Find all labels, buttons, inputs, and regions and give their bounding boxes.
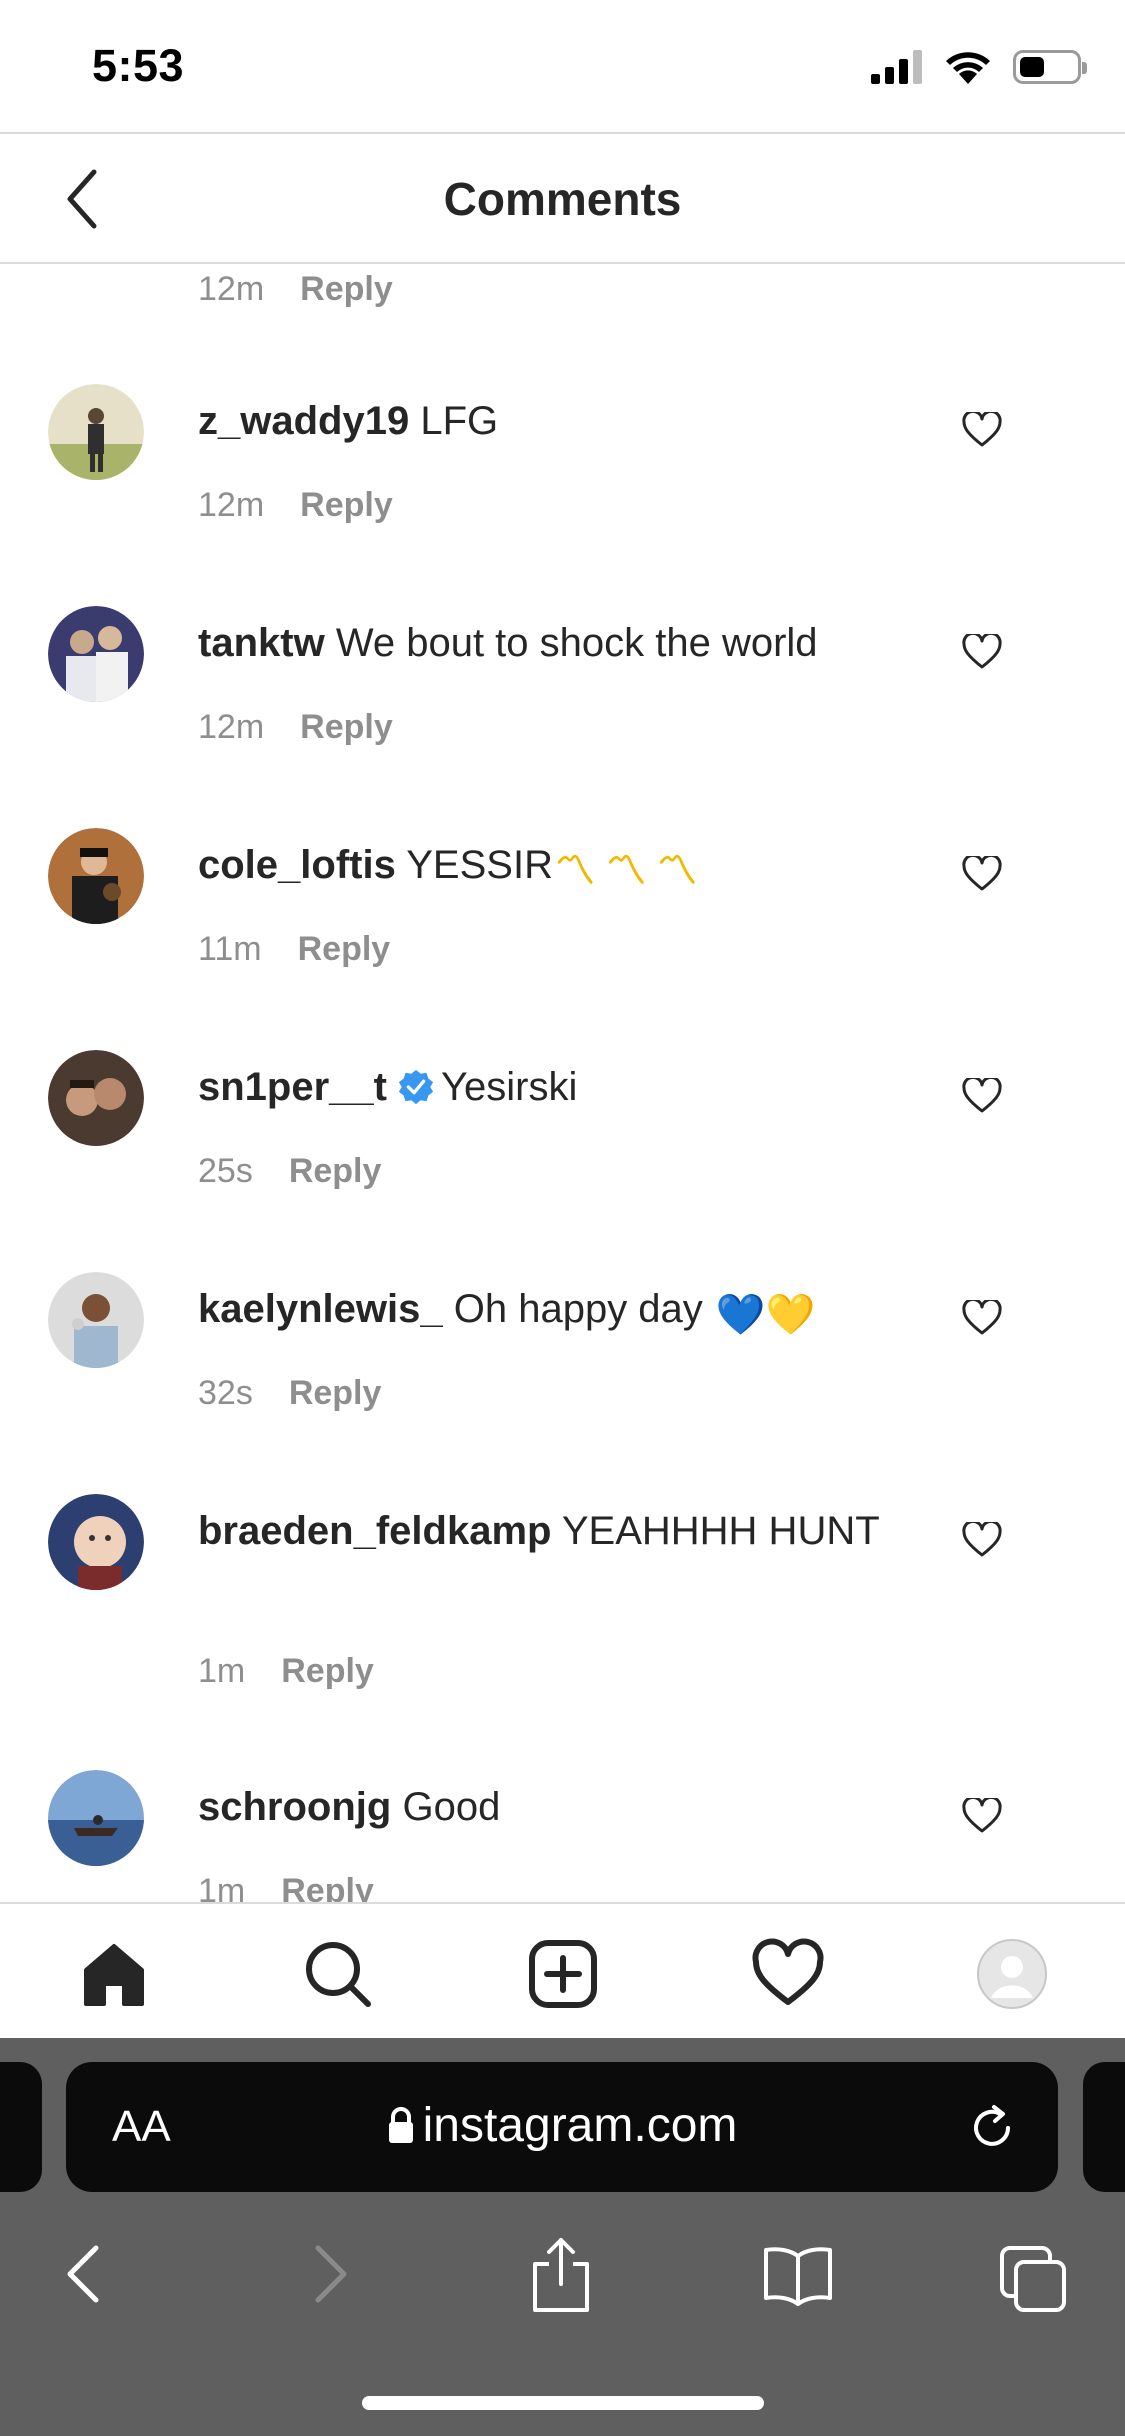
comment-time: 11m	[198, 930, 262, 968]
comment-text: cole_loftis YESSIR〽 〽 〽	[198, 838, 918, 898]
reply-button[interactable]: Reply	[300, 270, 393, 308]
previous-tab-peek[interactable]	[0, 2062, 42, 2192]
battery-level	[1020, 57, 1044, 77]
status-time: 5:53	[92, 40, 185, 91]
reply-button[interactable]: Reply	[300, 708, 393, 746]
avatar[interactable]	[48, 384, 144, 480]
comment-username[interactable]: kaelynlewis_	[198, 1287, 443, 1331]
lock-icon	[388, 2107, 413, 2143]
comment-meta: 25s Reply	[198, 1152, 381, 1191]
comment-time: 1m	[198, 1872, 246, 1902]
comment-time: 25s	[198, 1152, 253, 1190]
page-title: Comments	[443, 173, 682, 225]
share-icon[interactable]	[525, 2234, 597, 2314]
comment-meta: 1m Reply	[198, 1652, 374, 1691]
comment-body: Yesirski	[440, 1065, 578, 1109]
status-icons	[871, 50, 1087, 84]
comment-text: sn1per__t Yesirski	[198, 1060, 918, 1114]
reload-icon[interactable]	[966, 2102, 1018, 2154]
comment-body: LFG	[420, 399, 499, 443]
comment-text: z_waddy19 LFG	[198, 394, 918, 448]
verified-badge-icon	[398, 1069, 434, 1105]
profile-avatar-icon[interactable]	[976, 1938, 1048, 2010]
avatar[interactable]	[48, 1272, 144, 1368]
comment-time: 12m	[198, 486, 265, 524]
comment-text: tanktw We bout to shock the world	[198, 616, 918, 670]
comment-text: braeden_feldkamp YEAHHHH HUNT	[198, 1504, 918, 1558]
comment-username[interactable]: tanktw	[198, 621, 325, 665]
like-heart-icon[interactable]	[962, 634, 1002, 670]
url-display[interactable]: instagram.com	[66, 2098, 1058, 2153]
comment-text: kaelynlewis_ Oh happy day 💙💛	[198, 1282, 918, 1342]
comment-meta: 32s Reply	[198, 1374, 381, 1413]
bookmarks-icon[interactable]	[762, 2234, 834, 2314]
comment-body: We bout to shock the world	[335, 621, 818, 665]
like-heart-icon[interactable]	[962, 1300, 1002, 1336]
like-heart-icon[interactable]	[962, 1078, 1002, 1114]
comment-meta: 12m Reply	[198, 708, 393, 747]
comment-username[interactable]: z_waddy19	[198, 399, 409, 443]
comments-list[interactable]: 12m Reply z_waddy19 LFG 12m Reply tanktw W…	[0, 266, 1125, 1902]
browser-forward-icon[interactable]	[292, 2234, 364, 2314]
cellular-signal-icon	[871, 50, 922, 84]
browser-back-icon[interactable]	[50, 2234, 122, 2314]
like-heart-icon[interactable]	[962, 1522, 1002, 1558]
comments-header: Comments	[0, 132, 1125, 264]
avatar[interactable]	[48, 1494, 144, 1590]
avatar[interactable]	[48, 1050, 144, 1146]
reply-button[interactable]: Reply	[281, 1652, 374, 1690]
battery-icon	[1013, 50, 1087, 84]
avatar[interactable]	[48, 1770, 144, 1866]
reply-button[interactable]: Reply	[298, 930, 391, 968]
reply-button[interactable]: Reply	[289, 1374, 382, 1412]
comment-meta: 1m Reply	[198, 1872, 374, 1902]
comment-username[interactable]: schroonjg	[198, 1785, 391, 1829]
comment-username[interactable]: cole_loftis	[198, 843, 396, 887]
like-heart-icon[interactable]	[962, 412, 1002, 448]
tabs-icon[interactable]	[998, 2234, 1070, 2314]
comment-body: YEAHHHH HUNT	[561, 1509, 880, 1553]
address-bar[interactable]: AA instagram.com	[66, 2062, 1058, 2192]
like-heart-icon[interactable]	[962, 856, 1002, 892]
next-tab-peek[interactable]	[1083, 2062, 1125, 2192]
reply-button[interactable]: Reply	[300, 486, 393, 524]
comment-meta: 12m Reply	[198, 486, 393, 525]
heart-emoji: 💙💛	[715, 1293, 816, 1337]
safari-toolbar: AA instagram.com	[0, 2038, 1125, 2436]
url-text: instagram.com	[422, 2099, 738, 2152]
home-icon[interactable]	[78, 1938, 150, 2010]
search-icon[interactable]	[302, 1938, 374, 2010]
activity-heart-icon[interactable]	[752, 1938, 824, 2010]
like-heart-icon[interactable]	[962, 1798, 1002, 1834]
home-indicator[interactable]	[362, 2396, 764, 2410]
bottom-tab-bar	[0, 1902, 1125, 2038]
comment-time: 32s	[198, 1374, 253, 1412]
new-post-icon[interactable]	[527, 1938, 599, 2010]
part-alternation-mark-emoji: 〽 〽 〽	[554, 849, 698, 893]
comment-text: schroonjg Good	[198, 1780, 918, 1834]
reply-button[interactable]: Reply	[281, 1872, 374, 1902]
reply-button[interactable]: Reply	[289, 1152, 382, 1190]
comment-username[interactable]: braeden_feldkamp	[198, 1509, 551, 1553]
comment-body: Good	[402, 1785, 501, 1829]
comment-time: 12m	[198, 270, 265, 308]
comment-body: Oh happy day	[453, 1287, 703, 1331]
comment-body: YESSIR	[406, 843, 553, 887]
status-bar: 5:53	[0, 0, 1125, 132]
comment-meta: 12m Reply	[198, 270, 393, 309]
wifi-icon	[946, 52, 990, 84]
avatar[interactable]	[48, 606, 144, 702]
comment-meta: 11m Reply	[198, 930, 390, 969]
comment-time: 1m	[198, 1652, 246, 1690]
avatar[interactable]	[48, 828, 144, 924]
comment-username[interactable]: sn1per__t	[198, 1065, 387, 1109]
comment-time: 12m	[198, 708, 265, 746]
